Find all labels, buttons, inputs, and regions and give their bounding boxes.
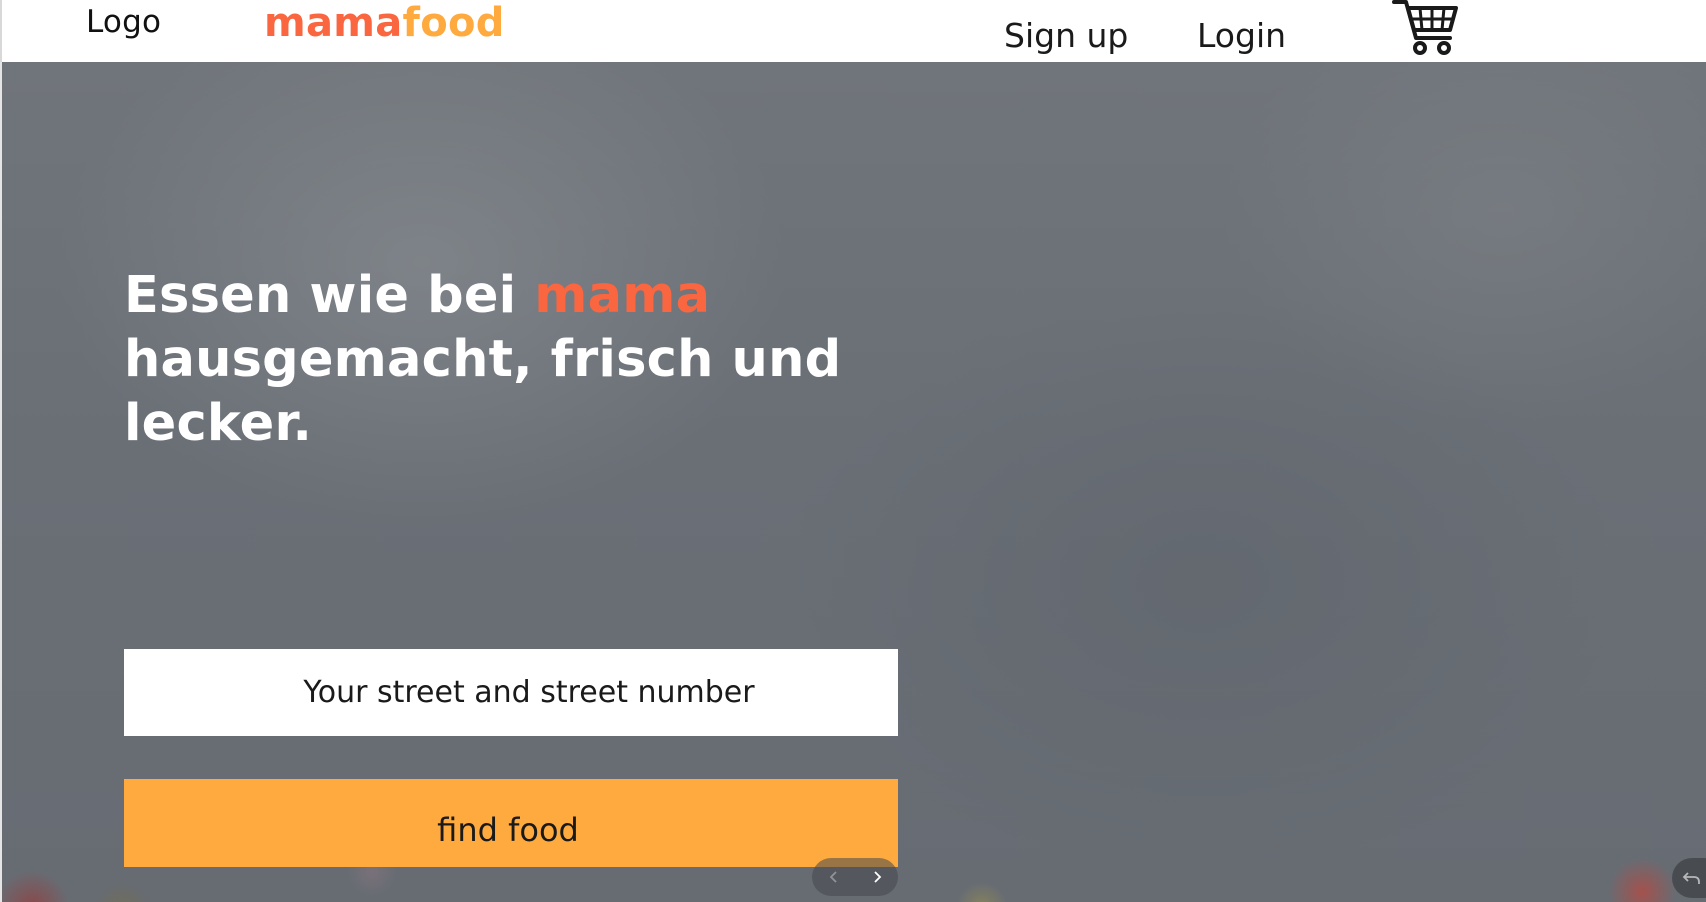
chevron-right-icon[interactable]: [865, 865, 889, 889]
hero-headline: Essen wie bei mama hausgemacht, frisch u…: [124, 264, 844, 456]
shopping-cart-icon[interactable]: [1392, 0, 1458, 56]
headline-text-start: Essen wie bei: [124, 266, 535, 325]
login-link[interactable]: Login: [1197, 16, 1286, 55]
brand-part-food: food: [402, 0, 505, 46]
signup-link[interactable]: Sign up: [1004, 16, 1128, 55]
brand-part-mama: mama: [264, 0, 403, 46]
undo-icon[interactable]: [1672, 858, 1706, 898]
find-food-button[interactable]: find food: [124, 779, 898, 867]
headline-text-rest: hausgemacht, frisch und lecker.: [124, 330, 842, 453]
hero-section: [0, 62, 1706, 902]
page: Logo mamafood Sign up Login Essen wie be…: [0, 0, 1706, 902]
headline-accent: mama: [534, 266, 711, 325]
chevron-left-icon[interactable]: [822, 865, 846, 889]
address-input[interactable]: [124, 649, 898, 736]
carousel-controls: [812, 858, 898, 896]
logo[interactable]: Logo: [86, 4, 161, 40]
brand-name[interactable]: mamafood: [264, 0, 505, 46]
top-navigation-bar: Logo mamafood Sign up Login: [0, 0, 1706, 62]
